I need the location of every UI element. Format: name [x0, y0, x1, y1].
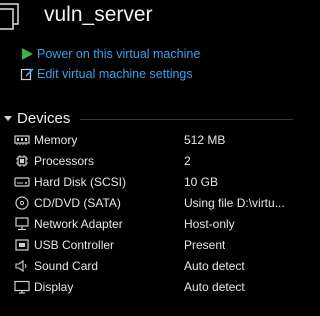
device-row-usb-controller[interactable]: USB Controller Present — [14, 234, 293, 255]
caret-down-icon — [4, 115, 12, 121]
device-name: Display — [34, 279, 74, 294]
vm-header: vuln_server — [0, 0, 293, 36]
usb-icon — [15, 238, 29, 251]
device-value: Host-only — [184, 216, 235, 231]
processor-icon — [16, 154, 28, 167]
speaker-icon — [15, 259, 27, 272]
device-value: 512 MB — [184, 132, 226, 147]
cd-dvd-icon — [15, 195, 29, 210]
device-name: CD/DVD (SATA) — [34, 195, 121, 210]
network-adapter-icon — [15, 216, 29, 230]
device-row-network-adapter[interactable]: Network Adapter Host-only — [14, 213, 293, 234]
edit-settings-icon — [20, 68, 34, 81]
device-name: USB Controller — [34, 237, 115, 252]
device-value: Auto detect — [184, 258, 245, 273]
device-row-hard-disk[interactable]: Hard Disk (SCSI) 10 GB — [14, 171, 293, 192]
hard-disk-icon — [14, 176, 30, 187]
device-row-cd-dvd[interactable]: CD/DVD (SATA) Using file D:\virtu... — [14, 192, 293, 213]
memory-icon — [14, 134, 30, 145]
edit-settings-button[interactable]: Edit virtual machine settings — [20, 65, 193, 83]
power-on-button[interactable]: Power on this virtual machine — [20, 45, 200, 63]
power-on-label: Power on this virtual machine — [37, 47, 201, 61]
monitor-icon — [14, 280, 30, 294]
device-value: Present — [184, 237, 226, 252]
device-row-sound-card[interactable]: Sound Card Auto detect — [14, 255, 293, 276]
device-row-display[interactable]: Display Auto detect — [14, 276, 293, 297]
devices-heading: Devices — [17, 109, 71, 127]
device-value: 2 — [184, 153, 191, 168]
virtual-machine-icon — [0, 3, 19, 30]
device-name: Sound Card — [34, 258, 99, 273]
device-name: Network Adapter — [34, 216, 123, 231]
play-icon — [22, 48, 33, 60]
vm-name-title: vuln_server — [44, 3, 153, 26]
device-value: Auto detect — [184, 279, 245, 294]
device-name: Memory — [34, 132, 78, 147]
devices-section-toggle[interactable]: Devices — [4, 108, 70, 128]
device-value: Using file D:\virtu... — [184, 195, 285, 210]
device-row-processors[interactable]: Processors 2 — [14, 150, 293, 171]
device-row-memory[interactable]: Memory 512 MB — [14, 129, 293, 150]
section-divider — [80, 119, 293, 120]
device-name: Processors — [34, 153, 95, 168]
edit-settings-label: Edit virtual machine settings — [37, 67, 193, 81]
device-value: 10 GB — [184, 174, 219, 189]
device-name: Hard Disk (SCSI) — [34, 174, 127, 189]
